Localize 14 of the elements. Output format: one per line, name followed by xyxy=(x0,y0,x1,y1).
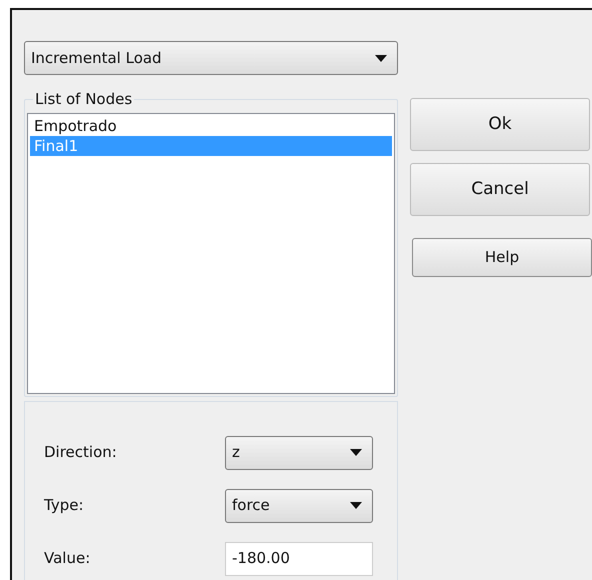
dialog-button[interactable]: Ok xyxy=(410,98,590,151)
select-field[interactable]: force xyxy=(225,488,373,522)
load-type-dropdown[interactable]: Incremental Load xyxy=(24,41,398,75)
field-label: Value: xyxy=(44,548,92,570)
node-item[interactable]: Empotrado xyxy=(30,116,392,136)
select-field[interactable]: z xyxy=(225,436,373,470)
field-label: Type: xyxy=(44,495,85,516)
caret-icon xyxy=(350,502,362,509)
field-label: Direction: xyxy=(44,442,118,464)
dialog-button[interactable]: Help xyxy=(412,238,592,277)
caret-icon xyxy=(375,54,387,62)
dialog-button[interactable]: Cancel xyxy=(410,163,590,216)
caret-icon xyxy=(350,449,362,456)
input-field[interactable]: -180.00 xyxy=(225,542,373,576)
